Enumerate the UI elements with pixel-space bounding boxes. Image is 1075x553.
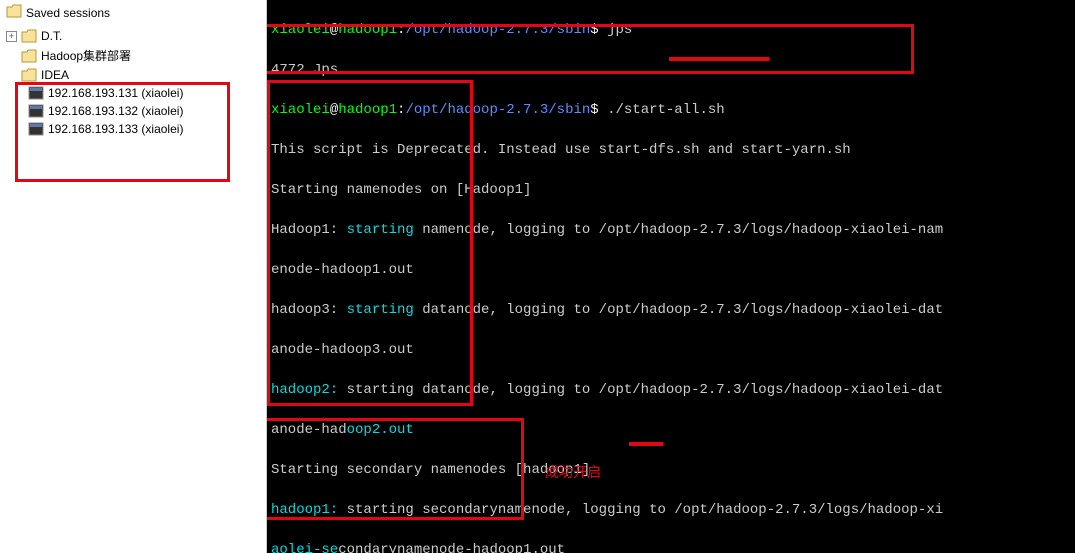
terminal-icon (28, 86, 44, 100)
terminal[interactable]: xiaolei@hadoop1:/opt/hadoop-2.7.3/sbin$ … (267, 0, 1075, 553)
terminal-icon (28, 122, 44, 136)
tree-item-label: 192.168.193.133 (xiaolei) (48, 122, 183, 136)
highlight-underline-jps (629, 442, 663, 446)
tree-item-idea[interactable]: IDEA (0, 66, 266, 84)
folder-icon (21, 68, 37, 82)
term-line: xiaolei@hadoop1:/opt/hadoop-2.7.3/sbin$ … (271, 100, 1071, 120)
term-line: Hadoop1: starting namenode, logging to /… (271, 220, 1071, 240)
term-line: Starting namenodes on [Hadoop1] (271, 180, 1071, 200)
tree-item-dt[interactable]: + D.T. (0, 27, 266, 45)
tree-item-label: 192.168.193.131 (xiaolei) (48, 86, 183, 100)
sidebar-header: Saved sessions (0, 0, 266, 25)
tree-item-host-131[interactable]: 192.168.193.131 (xiaolei) (0, 84, 266, 102)
folder-icon (21, 29, 37, 43)
term-line: hadoop3: starting datanode, logging to /… (271, 300, 1071, 320)
term-line: hadoop1: starting secondarynamenode, log… (271, 500, 1071, 520)
tree-item-host-132[interactable]: 192.168.193.132 (xiaolei) (0, 102, 266, 120)
term-line: anode-hadoop2.out (271, 420, 1071, 440)
folder-sessions-icon (6, 4, 22, 21)
tree-item-hadoop[interactable]: Hadoop集群部署 (0, 45, 266, 66)
terminal-icon (28, 104, 44, 118)
tree-item-label: D.T. (41, 29, 62, 43)
term-line: This script is Deprecated. Instead use s… (271, 140, 1071, 160)
term-line: 4772 Jps (271, 60, 1071, 80)
term-line: Starting secondary namenodes [hadoop1] (271, 460, 1071, 480)
term-line: xiaolei@hadoop1:/opt/hadoop-2.7.3/sbin$ … (271, 20, 1071, 40)
tree-item-label: 192.168.193.132 (xiaolei) (48, 104, 183, 118)
term-line: aolei-secondarynamenode-hadoop1.out (271, 540, 1071, 553)
term-line: enode-hadoop1.out (271, 260, 1071, 280)
sidebar: Saved sessions + D.T. Hadoop集群部署 IDEA 19… (0, 0, 267, 553)
tree-item-label: IDEA (41, 68, 69, 82)
sidebar-header-label: Saved sessions (26, 6, 110, 20)
term-line: anode-hadoop3.out (271, 340, 1071, 360)
term-line: hadoop2: starting datanode, logging to /… (271, 380, 1071, 400)
tree-item-label: Hadoop集群部署 (41, 47, 131, 64)
expander-icon[interactable]: + (6, 31, 17, 42)
folder-icon (21, 49, 37, 63)
annotation-success: 成功开启 (545, 462, 601, 482)
tree-item-host-133[interactable]: 192.168.193.133 (xiaolei) (0, 120, 266, 138)
session-tree: + D.T. Hadoop集群部署 IDEA 192.168.193.131 (… (0, 25, 266, 140)
